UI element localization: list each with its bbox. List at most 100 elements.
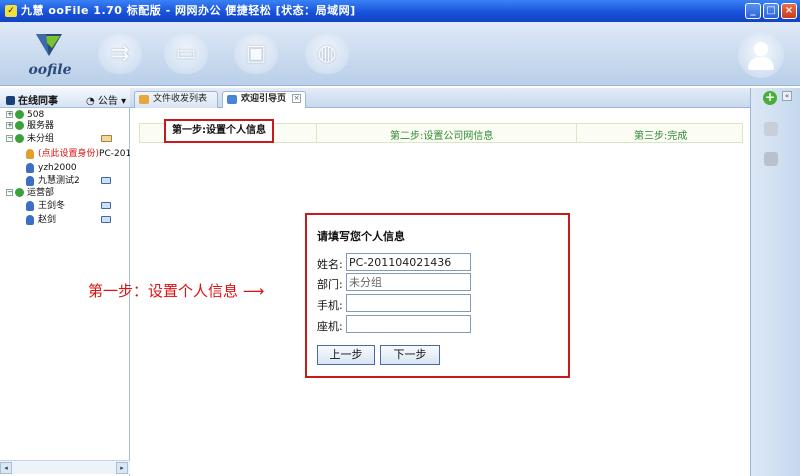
landline-label: 座机: bbox=[317, 320, 343, 333]
minimize-button[interactable]: _ bbox=[745, 3, 761, 19]
group-label: 运营部 bbox=[27, 188, 55, 198]
step-divider bbox=[576, 124, 577, 142]
maximize-button[interactable]: □ bbox=[763, 3, 779, 19]
step-1-label: 第一步:设置个人信息 bbox=[164, 119, 274, 143]
add-icon[interactable]: + bbox=[763, 91, 777, 105]
export-icon[interactable] bbox=[764, 152, 778, 166]
expand-icon[interactable]: + bbox=[6, 122, 13, 129]
next-step-button[interactable]: 下一步 bbox=[380, 345, 440, 365]
step-annotation: 第一步：设置个人信息 ⟶ bbox=[88, 282, 265, 300]
user-icon bbox=[26, 215, 34, 225]
window-title: 九慧 ooFile 1.70 标配版 - 网网办公 便捷轻松 [状态：局域网] bbox=[21, 4, 356, 17]
internet-tool[interactable]: ◍ bbox=[305, 34, 349, 74]
tree-group-ungrouped[interactable]: − 未分组 bbox=[0, 133, 130, 145]
user-label: 王剑冬 bbox=[38, 201, 66, 211]
mobile-row: 手机: bbox=[317, 294, 567, 312]
file-list-icon bbox=[139, 95, 149, 104]
welcome-page-icon bbox=[227, 95, 237, 104]
user-label: 赵剑 bbox=[38, 215, 57, 225]
folder-icon: ▣ bbox=[245, 41, 267, 66]
title-bar: ✓ 九慧 ooFile 1.70 标配版 - 网网办公 便捷轻松 [状态：局域网… bbox=[0, 0, 800, 22]
right-toolbar: + bbox=[750, 88, 800, 476]
form-title: 请填写您个人信息 bbox=[317, 230, 405, 243]
department-label: 部门: bbox=[317, 278, 343, 291]
logo-icon bbox=[36, 34, 62, 56]
name-row: 姓名: bbox=[317, 253, 567, 271]
group-members-icon bbox=[101, 135, 112, 142]
personal-info-form: 请填写您个人信息 姓名: 部门: 手机: 座机: 上一步 下一步 bbox=[305, 213, 570, 378]
collapse-icon[interactable]: − bbox=[6, 189, 13, 196]
logo-text: oofile bbox=[28, 62, 72, 78]
tree-user-wangjiandong[interactable]: 王剑冬 bbox=[0, 200, 130, 212]
step-divider bbox=[316, 124, 317, 142]
network-status-icon bbox=[101, 202, 111, 209]
file-share-tool[interactable]: ▣ bbox=[234, 34, 278, 74]
department-field[interactable] bbox=[346, 273, 471, 291]
step-3-label: 第三步:完成 bbox=[634, 131, 688, 142]
close-window-button[interactable]: × bbox=[781, 3, 797, 19]
step-2-label: 第二步:设置公司网信息 bbox=[390, 131, 494, 142]
tab-strip: 文件收发列表 欢迎引导页 × bbox=[130, 88, 750, 109]
app-icon: ✓ bbox=[5, 5, 17, 17]
user-label: yzh2000 bbox=[38, 163, 77, 173]
tree-user-zhaojian[interactable]: 赵剑 bbox=[0, 214, 130, 226]
mobile-label: 手机: bbox=[317, 299, 343, 312]
tab-welcome-guide[interactable]: 欢迎引导页 × bbox=[222, 91, 306, 109]
user-icon bbox=[26, 163, 34, 173]
group-icon bbox=[15, 134, 24, 143]
notice-icon: ◔ bbox=[86, 96, 95, 107]
tree-group-server[interactable]: + 服务器 bbox=[0, 120, 130, 132]
group-icon bbox=[15, 110, 24, 119]
previous-step-button[interactable]: 上一步 bbox=[317, 345, 375, 365]
scroll-right-arrow-icon[interactable]: ▸ bbox=[116, 462, 128, 474]
online-colleagues-tab[interactable]: 在线同事 bbox=[6, 92, 58, 107]
tab-label: 文件收发列表 bbox=[153, 94, 208, 104]
people-icon bbox=[6, 96, 15, 105]
user-icon bbox=[26, 201, 34, 211]
tree-user-yzh2000[interactable]: yzh2000 bbox=[0, 162, 130, 174]
notice-dropdown[interactable]: ◔ 公告 ▾ bbox=[86, 92, 126, 107]
online-colleagues-label: 在线同事 bbox=[18, 96, 58, 107]
close-tab-icon[interactable]: × bbox=[292, 94, 301, 103]
user-offline-icon bbox=[26, 149, 34, 159]
scroll-left-arrow-icon[interactable]: ◂ bbox=[0, 462, 12, 474]
user-avatar[interactable] bbox=[738, 32, 784, 78]
set-identity-link[interactable]: (点此设置身份) bbox=[38, 149, 99, 159]
user-label: 九慧测试2 bbox=[38, 176, 80, 186]
app-logo: oofile bbox=[20, 30, 80, 80]
name-label: 姓名: bbox=[317, 258, 343, 271]
landline-field[interactable] bbox=[346, 315, 471, 333]
notice-label: 公告 ▾ bbox=[97, 96, 127, 107]
user-pc-name: PC-20110 bbox=[99, 149, 130, 159]
department-row: 部门: bbox=[317, 273, 567, 291]
tab-label: 欢迎引导页 bbox=[241, 94, 287, 104]
tree-group-operations[interactable]: − 运营部 bbox=[0, 187, 130, 199]
user-icon bbox=[26, 176, 34, 186]
horizontal-scrollbar[interactable]: ◂ ▸ bbox=[0, 460, 130, 474]
tree-user-test2[interactable]: 九慧测试2 bbox=[0, 175, 130, 187]
mobile-field[interactable] bbox=[346, 294, 471, 312]
colleague-panel-header: 在线同事 ◔ 公告 ▾ bbox=[0, 88, 130, 108]
collapse-icon[interactable]: − bbox=[6, 135, 13, 142]
send-file-tool[interactable]: ⇉ bbox=[98, 34, 142, 74]
network-status-icon bbox=[101, 216, 111, 223]
name-field[interactable] bbox=[346, 253, 471, 271]
main-toolbar: oofile ⇉ ▭ ▣ ◍ bbox=[0, 22, 800, 86]
collapse-panel-icon[interactable]: « bbox=[782, 91, 792, 101]
tree-user-self[interactable]: (点此设置身份)PC-20110 bbox=[0, 148, 130, 160]
user-label: (点此设置身份)PC-20110 bbox=[38, 148, 130, 160]
landline-row: 座机: bbox=[317, 315, 567, 333]
settings-icon[interactable] bbox=[764, 122, 778, 136]
group-label: 未分组 bbox=[27, 134, 55, 144]
globe-icon: ◍ bbox=[317, 41, 337, 66]
send-arrow-icon: ⇉ bbox=[110, 41, 130, 66]
expand-icon[interactable]: + bbox=[6, 111, 13, 118]
group-label: 服务器 bbox=[27, 121, 55, 131]
avatar-body-icon bbox=[748, 57, 774, 70]
network-tool[interactable]: ▭ bbox=[164, 34, 208, 74]
computers-icon: ▭ bbox=[175, 41, 197, 66]
group-icon bbox=[15, 188, 24, 197]
network-status-icon bbox=[101, 177, 111, 184]
tab-file-transfer-list[interactable]: 文件收发列表 bbox=[134, 91, 218, 108]
avatar-head-icon bbox=[754, 42, 768, 56]
